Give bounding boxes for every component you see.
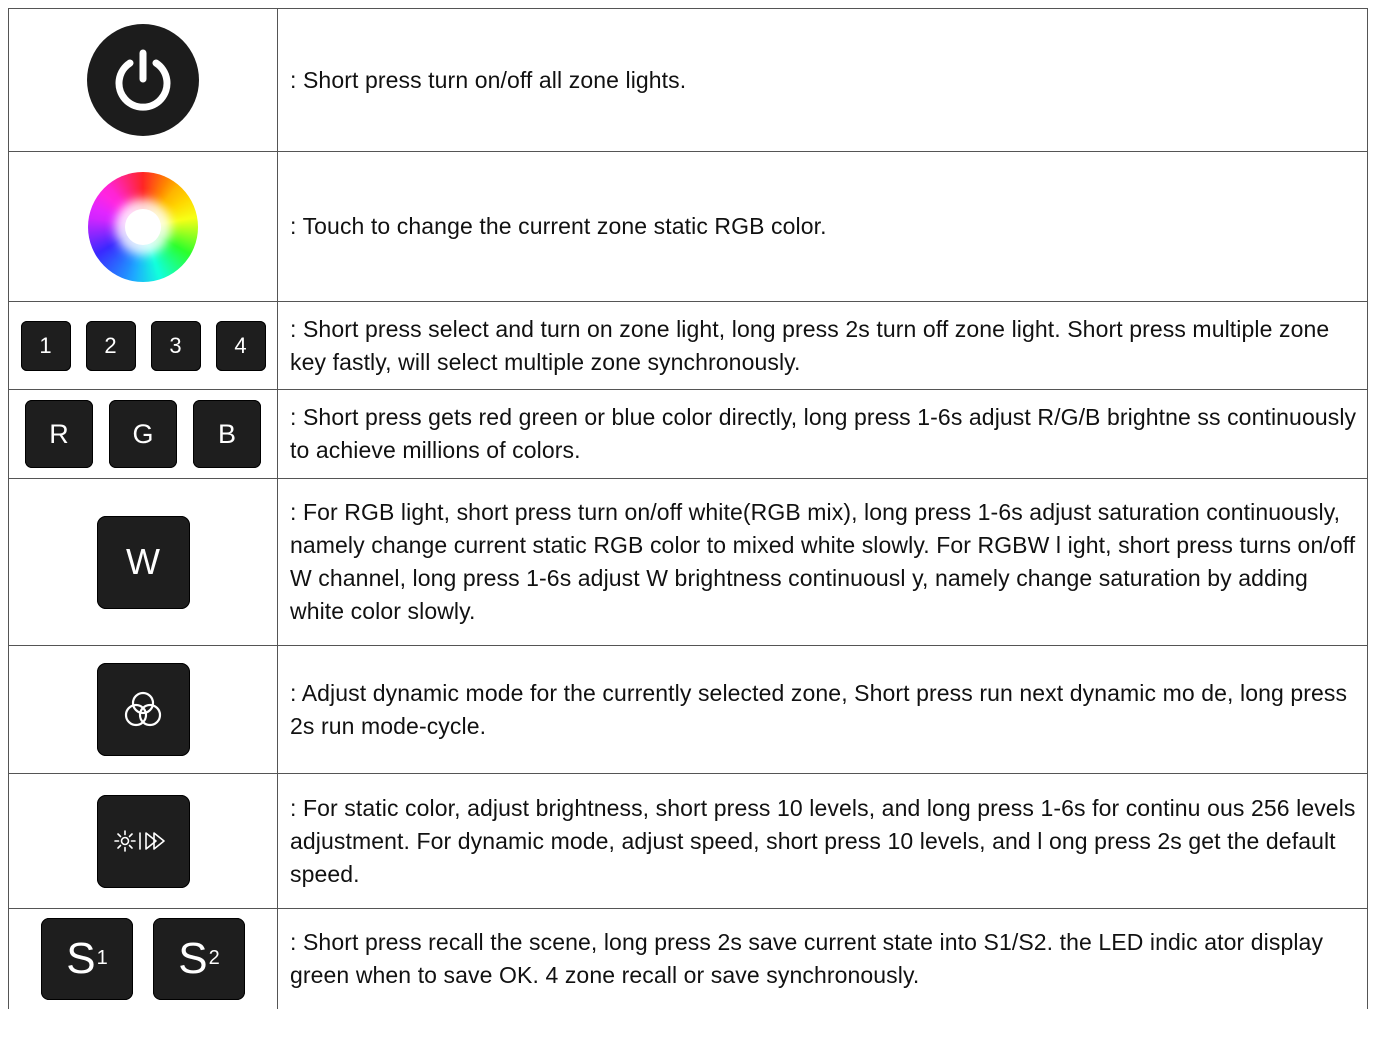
- scene-2-key: S2: [153, 917, 245, 1000]
- zone-2-key: 2: [85, 320, 136, 371]
- icon-cell: 1 2 3 4: [8, 301, 278, 390]
- icon-cell: S1 S2: [8, 908, 278, 1009]
- mode-key: [96, 663, 190, 756]
- table-row: S1 S2 : Short press recall the scene, lo…: [8, 908, 1368, 1009]
- row-description: : Adjust dynamic mode for the currently …: [277, 645, 1368, 774]
- red-key: R: [25, 400, 93, 468]
- table-row: : Touch to change the current zone stati…: [8, 151, 1368, 302]
- key-function-table: : Short press turn on/off all zone light…: [8, 8, 1368, 1009]
- icon-cell: [8, 645, 278, 774]
- icon-cell: R G B: [8, 389, 278, 479]
- color-wheel-icon: [88, 171, 198, 282]
- zone-1-key: 1: [20, 320, 71, 371]
- brightness-speed-icon: [114, 830, 165, 852]
- table-row: : For static color, adjust brightness, s…: [8, 773, 1368, 909]
- mode-icon: [124, 691, 162, 726]
- blue-key: B: [193, 400, 261, 468]
- table-row: W : For RGB light, short press turn on/o…: [8, 478, 1368, 646]
- brightness-speed-key: [96, 794, 190, 888]
- table-row: : Adjust dynamic mode for the currently …: [8, 645, 1368, 774]
- row-description: : Short press select and turn on zone li…: [277, 301, 1368, 390]
- row-description: : Short press recall the scene, long pre…: [277, 908, 1368, 1009]
- row-description: : Touch to change the current zone stati…: [277, 151, 1368, 302]
- green-key: G: [109, 400, 177, 468]
- table-row: 1 2 3 4 : Short press select and turn on…: [8, 301, 1368, 390]
- white-key: W: [96, 515, 190, 609]
- table-row: : Short press turn on/off all zone light…: [8, 8, 1368, 152]
- scene-1-key: S1: [41, 917, 133, 1000]
- zone-4-key: 4: [215, 320, 266, 371]
- row-description: : For RGB light, short press turn on/off…: [277, 478, 1368, 646]
- row-description: : Short press turn on/off all zone light…: [277, 8, 1368, 152]
- row-description: : Short press gets red green or blue col…: [277, 389, 1368, 479]
- icon-cell: [8, 151, 278, 302]
- power-icon: [87, 24, 199, 136]
- table-row: R G B : Short press gets red green or bl…: [8, 389, 1368, 479]
- zone-3-key: 3: [150, 320, 201, 371]
- icon-cell: W: [8, 478, 278, 646]
- row-description: : For static color, adjust brightness, s…: [277, 773, 1368, 909]
- icon-cell: [8, 773, 278, 909]
- icon-cell: [8, 8, 278, 152]
